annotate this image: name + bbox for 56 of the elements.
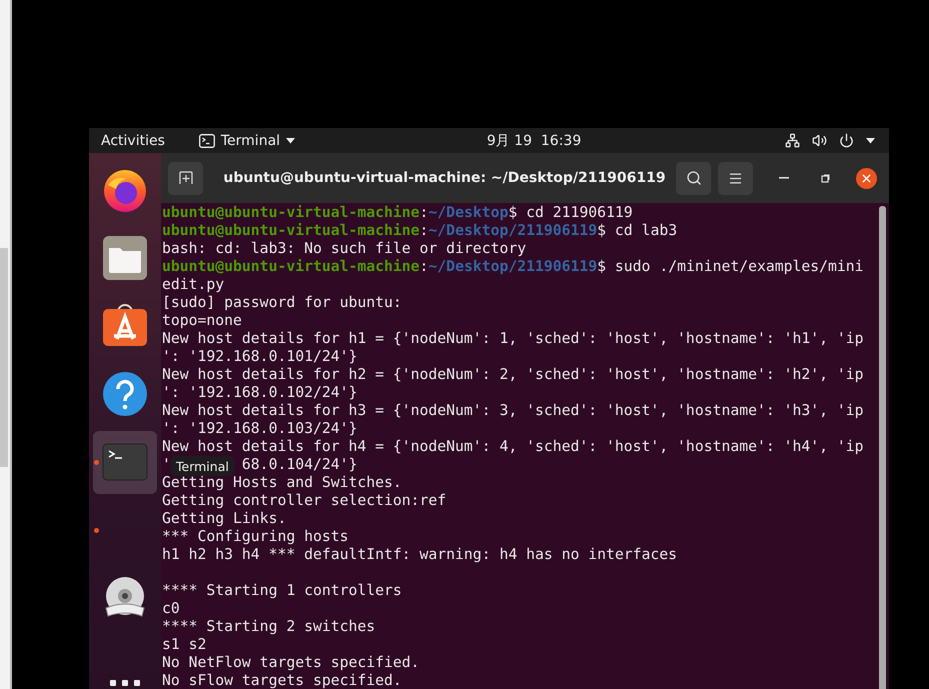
terminal-output-line: ': '192.168.0.102/24'} [162, 384, 358, 402]
terminal-output-line: New host details for h2 = {'nodeNum': 2, 'sched': 'host', 'hostname': 'h2', 'ip [162, 366, 865, 384]
terminal-output-line: [sudo] password for ubuntu: [162, 294, 403, 312]
new-tab-button[interactable] [168, 162, 203, 194]
power-icon[interactable] [839, 133, 854, 148]
terminal-output-line: topo=none [162, 312, 243, 330]
window-title: ubuntu@ubuntu-virtual-machine: ~/Desktop/211906119 [222, 170, 667, 186]
terminal-output-line: c0 [162, 600, 181, 618]
menu-button[interactable] [718, 162, 753, 194]
terminal-icon [102, 443, 148, 481]
app-menu[interactable]: Terminal [220, 132, 280, 148]
terminal-output-line: ': '192.168.0.101/24'} [162, 348, 358, 366]
terminal-output-line: *** Configuring hosts [162, 528, 350, 546]
terminal-output-line: bash: cd: lab3: No such file or directory [162, 240, 528, 258]
terminal-output-line: No NetFlow targets specified. [162, 654, 421, 672]
firefox-icon [102, 167, 148, 213]
terminal-output-line: ': '192.168.0.103/24'} [162, 420, 358, 438]
terminal-output-line: Getting controller selection:ref [162, 492, 448, 510]
terminal-output-line: edit.py [162, 276, 226, 294]
terminal-prompt-line: ubuntu@ubuntu-virtual-machine:~/Desktop$ cd 211906119 [162, 204, 634, 222]
terminal-output-line: No sFlow targets specified. [162, 672, 403, 689]
caret-icon [286, 138, 296, 144]
terminal-output-line: **** Starting 2 switches [162, 618, 376, 636]
clock[interactable]: 9月 19 16:39 [486, 132, 582, 150]
folder-icon [102, 235, 148, 281]
tooltip: Terminal [171, 456, 234, 476]
minimize-icon [779, 177, 789, 179]
terminal-output-line: Getting Links. [162, 510, 288, 528]
terminal-output-text: ' [162, 456, 171, 474]
terminal-output-line: **** Starting 1 controllers [162, 582, 403, 600]
menu-icon [728, 170, 743, 186]
close-icon [860, 172, 873, 184]
scrollbar-thumb[interactable] [879, 206, 886, 689]
new-tab-icon [178, 171, 192, 185]
network-icon[interactable] [785, 133, 800, 148]
caret-icon[interactable] [866, 138, 875, 144]
terminal-output-text: 68.0.104/24'} [242, 456, 358, 474]
close-button[interactable] [856, 168, 877, 188]
search-button[interactable] [676, 162, 711, 194]
volume-icon[interactable] [812, 133, 827, 148]
terminal-output-line: New host details for h3 = {'nodeNum': 3, 'sched': 'host', 'hostname': 'h3', 'ip [162, 402, 865, 420]
search-icon [686, 170, 702, 186]
terminal-prompt-line: ubuntu@ubuntu-virtual-machine:~/Desktop/211906119$ sudo ./mininet/examples/mini [162, 258, 865, 276]
shopping-bag-icon [102, 303, 148, 349]
terminal-output-line: New host details for h4 = {'nodeNum': 4, 'sched': 'host', 'hostname': 'h4', 'ip [162, 438, 865, 456]
terminal-icon [198, 134, 215, 148]
terminal-prompt-line: ubuntu@ubuntu-virtual-machine:~/Desktop/211906119$ cd lab3 [162, 222, 678, 240]
scrollbar-thumb[interactable] [0, 248, 8, 467]
terminal-output-line: Getting Hosts and Switches. [162, 474, 403, 492]
help-icon [102, 371, 148, 417]
terminal-output-line: h1 h2 h3 h4 *** defaultIntf: warning: h4 has no interfaces [162, 546, 678, 564]
terminal-output-line: New host details for h1 = {'nodeNum': 1, 'sched': 'host', 'hostname': 'h1', 'ip [162, 330, 865, 348]
app-grid-icon[interactable] [110, 679, 140, 687]
activities-button[interactable]: Activities [101, 132, 165, 148]
maximize-icon [820, 174, 830, 182]
terminal-output-line: s1 s2 [162, 636, 208, 654]
